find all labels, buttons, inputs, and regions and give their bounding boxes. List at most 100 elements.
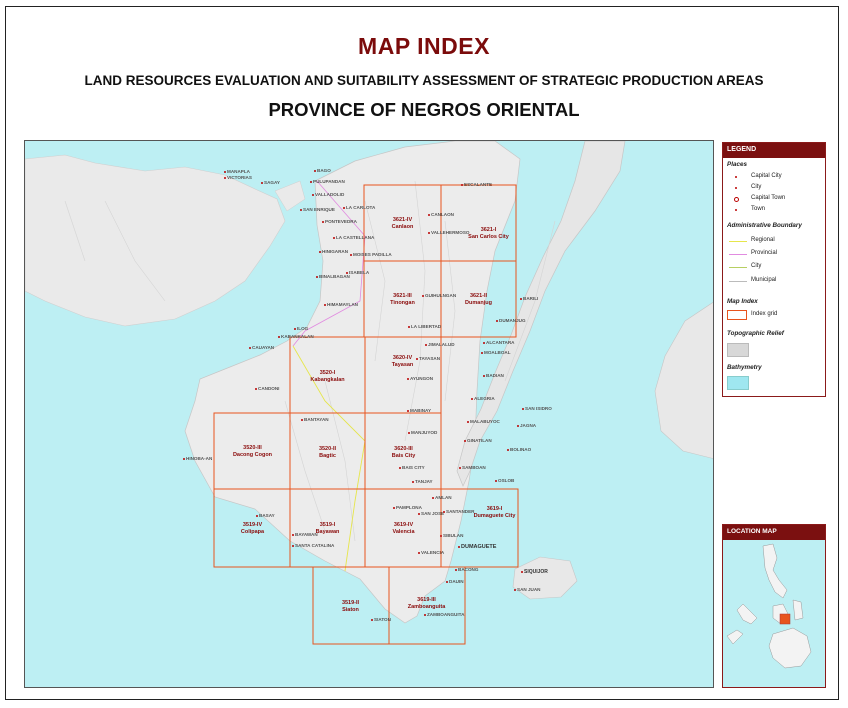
sheet-label-3520-I[interactable]: 3520-I Kabangkalan (305, 370, 350, 383)
place-hinoba-an: HINOBA-AN (183, 456, 212, 461)
sheet-name: Siaton (342, 606, 359, 613)
place-alcantara: ALCANTARA (483, 340, 515, 345)
index-grid-icon (727, 310, 747, 320)
town-icon (735, 209, 737, 211)
sheet-label-3621-III[interactable]: 3621-III Tinongan (380, 293, 425, 306)
sheet-name: Valencia (392, 528, 415, 535)
sheet-label-3519-II[interactable]: 3519-II Siaton (328, 600, 373, 613)
legend-city: City (751, 184, 762, 190)
place-sibulan: SIBULAN (440, 533, 463, 538)
sheet-id: 3519-IV (242, 522, 263, 528)
place-dauin: DAUIN (446, 579, 464, 584)
sheet-id: 3621-II (469, 293, 488, 299)
place-binalbagan: BINALBAGAN (316, 274, 350, 279)
sheet-label-3621-I[interactable]: 3621-I San Carlos City (466, 227, 511, 240)
place-ilog: ILOG (294, 326, 308, 331)
sheet-label-3619-IV[interactable]: 3619-IV Valencia (381, 522, 426, 535)
place-isabela: ISABELA (346, 270, 369, 275)
place-san-juan: SAN JUAN (514, 587, 540, 592)
place-bago: BAGO (314, 168, 331, 173)
place-cauayan: CAUAYAN (249, 345, 274, 350)
legend-title: LEGEND (723, 143, 825, 158)
place-escalante: ESCALANTE (461, 182, 492, 187)
sheet-name: Dumanjug (465, 299, 492, 306)
legend-capital-town: Capital Town (751, 195, 786, 201)
bathymetry-swatch-icon (727, 376, 749, 390)
legend-bathymetry-heading: Bathymetry (727, 364, 762, 371)
place-victorias: VICTORIAS (224, 175, 252, 180)
place-amlan: AMLAN (432, 495, 452, 500)
place-la-libertad: LA LIBERTAD (408, 324, 441, 329)
sheet-label-3520-III[interactable]: 3520-III Dacong Cogon (230, 445, 275, 458)
place-mabinay: MABINAY (407, 408, 431, 413)
sheet-id: 3621-IV (392, 217, 413, 223)
place-samboan: SAMBOAN (459, 465, 486, 470)
place-la-castellana: LA CASTELLANA (333, 235, 374, 240)
sheet-name: Bayawan (315, 528, 340, 535)
place-badian: BADIAN (483, 373, 504, 378)
place-pontevedra: PONTEVEDRA (322, 219, 357, 224)
land-panay (25, 154, 286, 327)
place-malabuyoc: MALABUYOC (467, 419, 500, 424)
sheet-name: Canlaon (391, 223, 414, 230)
sheet-id: 3620-III (394, 446, 413, 452)
sheet-label-3620-III[interactable]: 3620-III Bais City (381, 446, 426, 459)
sheet-id: 3621-III (393, 293, 412, 299)
sheet-id: 3619-I (486, 506, 503, 512)
legend-relief-heading: Topographic Relief (727, 330, 784, 337)
land-bohol (654, 301, 713, 459)
regional-line-icon (729, 241, 747, 242)
place-dumanjug: DUMANJUG (496, 318, 526, 323)
sheet-label-3621-II[interactable]: 3621-II Dumanjug (456, 293, 501, 306)
place-candoni: CANDONI (255, 386, 279, 391)
sheet-name: Dacong Cogon (232, 451, 273, 458)
sheet-id: 3621-I (480, 227, 497, 233)
place-guihulngan: GUIHULNGAN (422, 293, 456, 298)
provincial-line-icon (729, 254, 747, 255)
legend-capital-city: Capital City (751, 173, 782, 179)
sheet-id: 3519-II (341, 600, 360, 606)
sheet-label-3621-IV[interactable]: 3621-IV Canlaon (380, 217, 425, 230)
place-oslob: OSLOB (495, 478, 514, 483)
place-hinigaran: HINIGARAN (319, 249, 348, 254)
place-barili: BARILI (520, 296, 538, 301)
sheet-label-3619-I[interactable]: 3619-I Dumaguete City (472, 506, 517, 519)
sheet-label-3520-II[interactable]: 3520-II Bagtic (305, 446, 350, 459)
place-kabankalan: KABANKALAN (278, 334, 314, 339)
sheet-name: Dumaguete City (473, 512, 516, 519)
place-bacong: BACONG (455, 567, 478, 572)
city-icon (735, 187, 737, 189)
land-siquijor (512, 556, 578, 600)
philippines-location-map (723, 540, 825, 687)
capital-city-icon (735, 176, 737, 178)
place-santa-catalina: SANTA CATALINA (292, 543, 334, 548)
place-valladolid: VALLADOLID (312, 192, 344, 197)
capital-town-icon (734, 197, 739, 202)
city-line-icon (729, 267, 747, 268)
sheet-name: San Carlos City (468, 233, 509, 240)
sheet-name: Colipapa (240, 528, 265, 535)
sheet-id: 3520-III (243, 445, 262, 451)
place-valencia: VALENCIA (418, 550, 444, 555)
sheet-name: Kabangkalan (310, 376, 345, 383)
sheet-id: 3519-I (319, 522, 336, 528)
legend-provincial: Provincial (751, 250, 778, 256)
place-santander: SANTANDER (443, 509, 475, 514)
sheet-id: 3619-IV (393, 522, 414, 528)
legend-mapindex-heading: Map Index (727, 298, 758, 305)
sheet-name: Zamboanguita (407, 603, 446, 610)
place-siquijor: SIQUIJOR (521, 570, 548, 575)
place-pulupandan: PULUPANDAN (310, 179, 345, 184)
place-vallehermoso: VALLEHERMOSO (428, 230, 469, 235)
place-bayawan: BAYAWAN (292, 532, 318, 537)
sheet-label-3519-IV[interactable]: 3519-IV Colipapa (230, 522, 275, 535)
legend-city-boundary: City (751, 263, 762, 269)
place-himamaylan: HIMAMAYLAN (324, 302, 358, 307)
legend-regional: Regional (751, 237, 775, 243)
main-map[interactable]: 3621-IV Canlaon 3621-I San Carlos City 362… (24, 140, 714, 688)
place-dumaguete: DUMAGUETE (458, 544, 496, 550)
sheet-label-3619-III[interactable]: 3619-III Zamboanguita (404, 597, 449, 610)
sheet-id: 3620-IV (392, 355, 413, 361)
place-basay: BASAY (256, 513, 275, 518)
place-san-jose: SAN JOSE (418, 511, 444, 516)
